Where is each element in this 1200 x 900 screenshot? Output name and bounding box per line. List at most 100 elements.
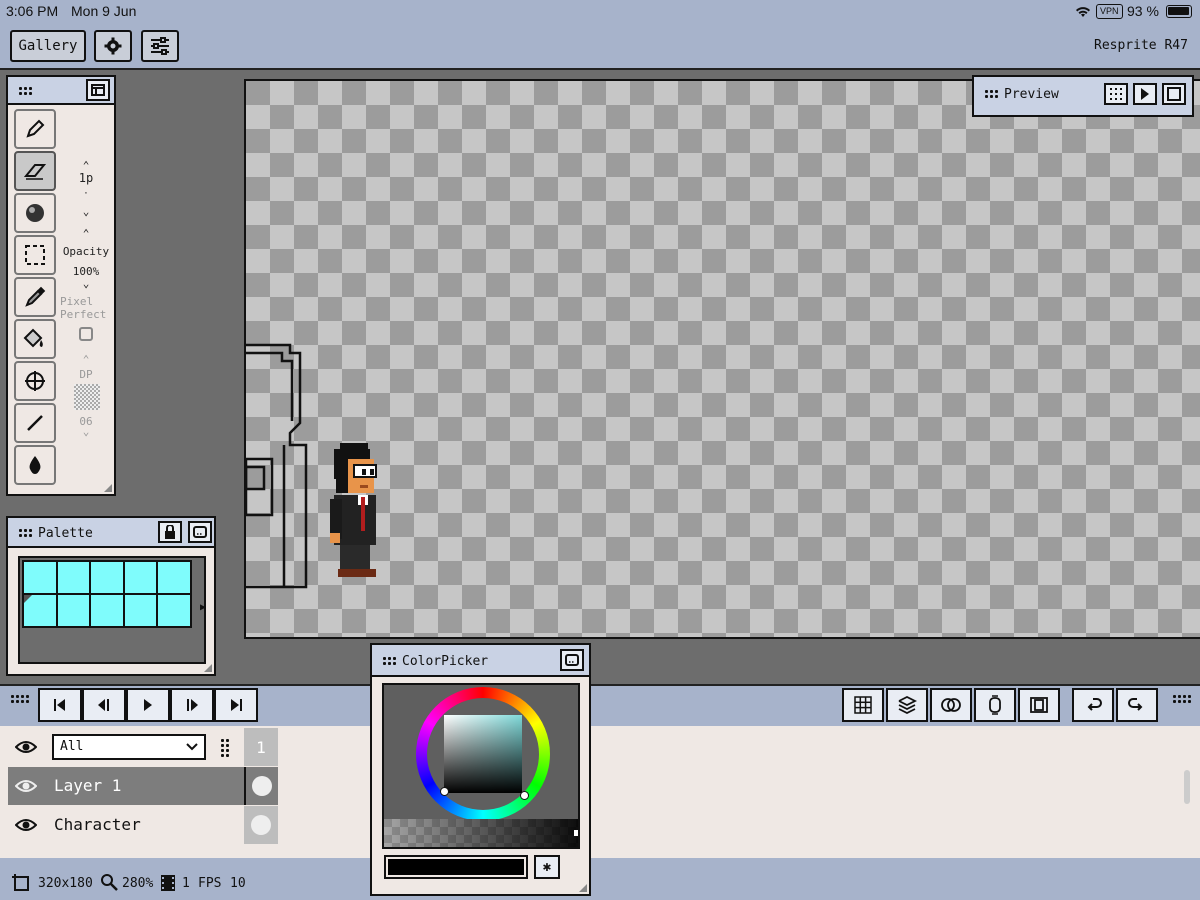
palette-swatch[interactable]	[24, 595, 56, 626]
layer-drag-grip-icon[interactable]	[220, 738, 230, 758]
loop-button[interactable]	[974, 688, 1016, 722]
palette-swatch[interactable]	[24, 562, 56, 593]
preview-frame-button[interactable]	[1162, 83, 1186, 105]
palette-menu-button[interactable]	[188, 521, 212, 543]
brush-size-down-icon[interactable]: ⌄	[62, 205, 110, 218]
frame-grid-button[interactable]	[842, 688, 884, 722]
palette-next-page-icon[interactable]: ▶	[200, 602, 206, 613]
visibility-toggle[interactable]	[8, 806, 44, 844]
opacity-down-icon[interactable]: ⌄	[62, 277, 110, 290]
move-crosshair-icon	[25, 371, 45, 391]
vpn-badge: VPN	[1096, 4, 1123, 19]
first-frame-button[interactable]	[38, 688, 82, 722]
color-wheel-area	[382, 683, 580, 849]
shade-tool[interactable]	[14, 193, 56, 233]
fill-tool[interactable]	[14, 319, 56, 359]
palette-lock-button[interactable]	[158, 521, 182, 543]
onion-skin-button[interactable]	[930, 688, 972, 722]
resize-handle-icon[interactable]	[104, 484, 112, 492]
dotted-frame-icon	[565, 654, 579, 666]
tools-panel-header	[8, 77, 114, 105]
layer-filter-value: All	[60, 739, 84, 754]
play-icon	[1141, 88, 1149, 100]
dither-down-icon[interactable]: ⌄	[62, 425, 110, 438]
palette-swatch[interactable]	[124, 562, 157, 593]
character-sprite	[330, 443, 377, 577]
settings-button[interactable]	[94, 30, 132, 62]
saturation-value-square[interactable]	[444, 715, 522, 793]
layer-row-character[interactable]: Character	[8, 806, 278, 844]
layer-cel[interactable]	[244, 806, 278, 844]
droplet-icon	[29, 456, 41, 474]
panel-grip-icon[interactable]	[382, 656, 397, 666]
previous-frame-button[interactable]	[82, 688, 126, 722]
frame-bounds-button[interactable]	[1018, 688, 1060, 722]
clock: 3:06 PM	[6, 3, 59, 19]
cel-filled-icon	[251, 815, 271, 835]
palette-swatch[interactable]	[91, 562, 123, 593]
line-tool[interactable]	[14, 403, 56, 443]
skip-end-icon	[231, 699, 242, 711]
palette-swatch[interactable]	[91, 595, 123, 626]
adjustments-button[interactable]	[141, 30, 179, 62]
opacity-handle[interactable]	[574, 830, 578, 836]
colorpicker-menu-button[interactable]	[560, 649, 584, 671]
hue-handle[interactable]	[520, 791, 529, 800]
colorpicker-panel: ColorPicker ✱	[370, 643, 591, 896]
dither-up-icon[interactable]: ⌃	[62, 353, 110, 366]
resize-handle-icon[interactable]	[579, 884, 587, 892]
dither-pattern-swatch[interactable]	[74, 384, 100, 410]
fps-value[interactable]: 10	[230, 876, 246, 891]
grid-icon	[854, 696, 872, 714]
panel-grip-icon[interactable]	[984, 89, 999, 99]
pixel-perfect-checkbox[interactable]	[79, 327, 93, 341]
palette-swatch[interactable]	[57, 595, 90, 626]
layers-button[interactable]	[886, 688, 928, 722]
color-handle[interactable]	[440, 787, 449, 796]
palette-swatch[interactable]	[124, 595, 157, 626]
pencil-tool[interactable]	[14, 109, 56, 149]
preview-grid-button[interactable]	[1104, 83, 1128, 105]
undo-icon	[1087, 698, 1102, 711]
move-tool[interactable]	[14, 361, 56, 401]
palette-swatch[interactable]	[158, 562, 190, 593]
panel-grip-icon[interactable]	[18, 86, 33, 96]
layer-cel[interactable]	[244, 767, 278, 805]
sphere-icon	[26, 204, 44, 222]
next-frame-button[interactable]	[170, 688, 214, 722]
visibility-toggle[interactable]	[8, 728, 44, 766]
layers-scrollbar[interactable]	[1184, 770, 1190, 804]
paint-bucket-icon	[23, 328, 43, 348]
blur-tool[interactable]	[14, 445, 56, 485]
undo-button[interactable]	[1072, 688, 1114, 722]
resize-handle-icon[interactable]	[204, 664, 212, 672]
palette-swatch[interactable]	[57, 562, 90, 593]
preview-panel: Preview	[972, 75, 1194, 117]
frame-number-header[interactable]: 1	[244, 728, 278, 766]
drawing-canvas[interactable]	[244, 79, 1200, 639]
redo-button[interactable]	[1116, 688, 1158, 722]
opacity-up-icon[interactable]: ⌃	[62, 227, 110, 240]
gallery-button[interactable]: Gallery	[10, 30, 86, 62]
visibility-toggle[interactable]	[8, 767, 44, 805]
frame-stack-icon	[1030, 697, 1048, 713]
play-button[interactable]	[126, 688, 170, 722]
eyedropper-tool[interactable]	[14, 277, 56, 317]
eraser-tool[interactable]	[14, 151, 56, 191]
opacity-gradient-strip[interactable]	[384, 819, 578, 847]
palette-swatch[interactable]	[158, 595, 190, 626]
add-color-button[interactable]: ✱	[534, 855, 560, 879]
lock-icon	[165, 525, 175, 539]
last-frame-button[interactable]	[214, 688, 258, 722]
opacity-label: Opacity	[62, 245, 110, 258]
layer-filter-select[interactable]: All	[52, 734, 206, 760]
panel-grip-icon[interactable]	[1172, 694, 1192, 704]
panel-grip-icon[interactable]	[18, 528, 33, 538]
selection-tool[interactable]	[14, 235, 56, 275]
tools-layout-button[interactable]	[86, 79, 110, 101]
preview-play-button[interactable]	[1133, 83, 1157, 105]
layer-row-layer-1[interactable]: Layer 1	[8, 767, 278, 805]
wifi-icon	[1075, 5, 1091, 21]
panel-grip-icon[interactable]	[10, 694, 30, 704]
current-color-field[interactable]	[384, 855, 528, 879]
